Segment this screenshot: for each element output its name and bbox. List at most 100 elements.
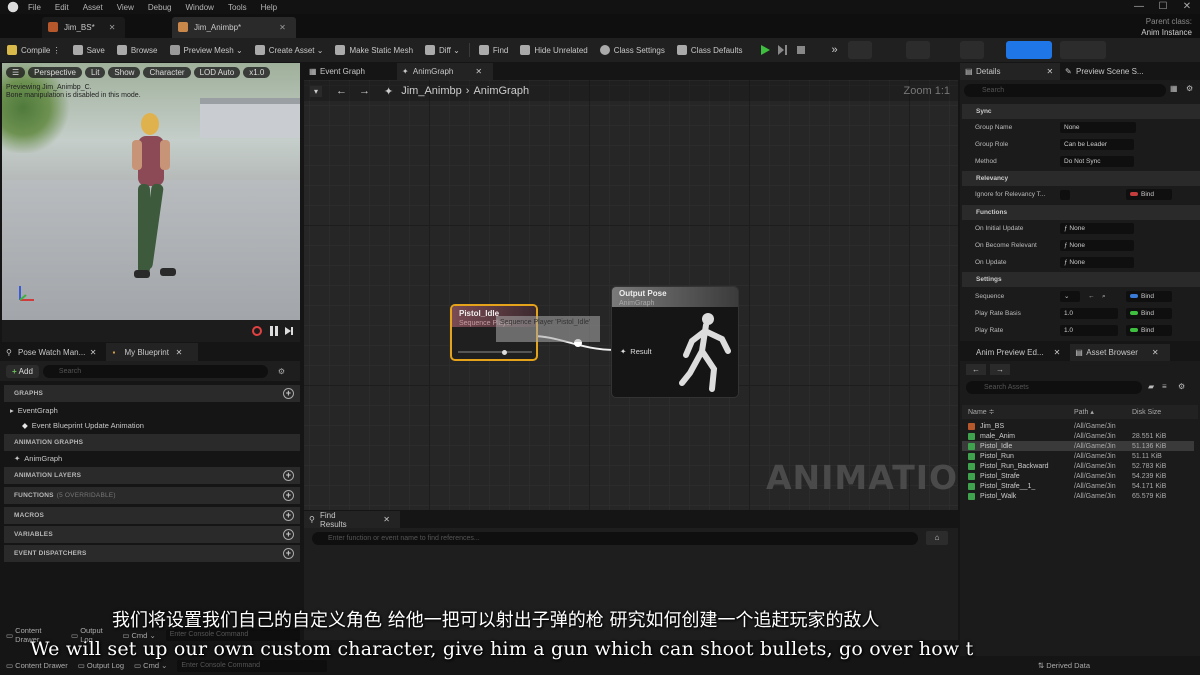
section-graphs[interactable]: GRAPHS + [4, 385, 300, 402]
add-dispatcher-icon[interactable]: + [283, 548, 294, 559]
section-settings[interactable]: Settings [962, 272, 1200, 287]
section-functions[interactable]: FUNCTIONS (5 OVERRIDABLE) + [4, 487, 300, 504]
section-functions[interactable]: Functions [962, 205, 1200, 220]
section-macros[interactable]: MACROS + [4, 507, 300, 524]
play-icon[interactable] [759, 44, 771, 56]
output-log-button[interactable]: ▭ Output Log [78, 661, 124, 670]
parent-class-value[interactable]: Anim Instance [1141, 28, 1192, 37]
make-static-mesh-button[interactable]: Make Static Mesh [332, 41, 416, 59]
group-name-dropdown[interactable]: None [1060, 122, 1136, 133]
asset-row[interactable]: male_Anim/All/Game/Jin 28.551 KiB [962, 431, 1194, 441]
show-button[interactable]: Show [108, 67, 141, 78]
perspective-button[interactable]: Perspective [28, 67, 82, 78]
back-arrow-icon[interactable]: ← [336, 85, 347, 97]
play-rate-input[interactable]: 1.0 [1060, 325, 1118, 336]
menu-file[interactable]: File [28, 3, 41, 12]
section-variables[interactable]: VARIABLES + [4, 526, 300, 543]
menu-help[interactable]: Help [261, 3, 277, 12]
add-variable-icon[interactable]: + [283, 529, 294, 540]
close-window-icon[interactable]: ✕ [1176, 0, 1198, 14]
graph-options-button[interactable]: ▾ [310, 85, 323, 97]
tab-jim-bs[interactable]: Jim_BS* ✕ [42, 17, 126, 38]
history-forward-icon[interactable]: → [990, 364, 1010, 375]
bind-dropdown[interactable]: Bind [1126, 189, 1172, 200]
sequence-dropdown[interactable]: ⌄ [1060, 291, 1080, 302]
tree-item-event-blueprint[interactable]: ◆ Event Blueprint Update Animation [22, 418, 144, 432]
mesh-mode-icon[interactable] [905, 41, 930, 59]
lod-button[interactable]: LOD Auto [193, 67, 241, 78]
table-view-icon[interactable]: ▦ [1170, 84, 1178, 93]
close-tab-icon[interactable]: ✕ [1054, 348, 1061, 357]
my-blueprint-search-input[interactable]: Search [42, 364, 268, 378]
section-event-dispatchers[interactable]: EVENT DISPATCHERS + [4, 545, 300, 562]
asset-row[interactable]: Pistol_Idle/All/Game/Jin 51.136 KiB [962, 441, 1194, 451]
maximize-icon[interactable]: ☐ [1152, 0, 1174, 14]
physics-mode-icon[interactable] [1059, 41, 1106, 59]
unreal-logo-icon[interactable] [7, 1, 19, 13]
stop-icon[interactable] [795, 44, 807, 56]
method-dropdown[interactable]: Do Not Sync [1060, 156, 1134, 167]
record-icon[interactable] [252, 326, 262, 336]
details-search-input[interactable]: Search [964, 84, 1166, 97]
close-tab-icon[interactable]: ✕ [109, 23, 116, 32]
column-header-path[interactable]: Path ▴ [1074, 408, 1094, 416]
details-settings-icon[interactable]: ⚙ [1186, 84, 1193, 93]
section-animation-graphs[interactable]: ANIMATION GRAPHS [4, 434, 300, 451]
tab-event-graph[interactable]: ▦ Event Graph [304, 63, 375, 80]
playback-speed-button[interactable]: x1.0 [243, 67, 271, 78]
minimize-icon[interactable]: — [1128, 0, 1150, 14]
tab-asset-browser[interactable]: ▤ Asset Browser ✕ [1070, 344, 1171, 361]
menu-edit[interactable]: Edit [55, 3, 69, 12]
node-progress-handle[interactable] [502, 350, 507, 355]
tab-details[interactable]: ▤ Details ✕ [960, 63, 1060, 80]
folder-filter-icon[interactable]: ▰ [1148, 382, 1154, 391]
column-header-name[interactable]: Name ≑ [968, 408, 995, 416]
tree-item-anim-graph[interactable]: ✦ AnimGraph [14, 451, 62, 465]
content-drawer-button[interactable]: ▭ Content Drawer [6, 661, 68, 670]
compile-button[interactable]: Compile ⋮ [4, 41, 64, 59]
step-forward-icon[interactable] [284, 326, 294, 336]
close-tab-icon[interactable]: ✕ [1152, 348, 1159, 357]
class-defaults-button[interactable]: Class Defaults [674, 41, 746, 59]
find-button[interactable]: Find [476, 41, 512, 59]
class-settings-button[interactable]: Class Settings [597, 41, 668, 59]
bind-dropdown[interactable]: Bind [1126, 325, 1172, 336]
result-pin[interactable]: ✦ Result [620, 347, 652, 356]
derived-data-button[interactable]: ⇅ Derived Data [1038, 661, 1090, 670]
diff-button[interactable]: Diff ⌄ [422, 41, 463, 59]
asset-row[interactable]: Pistol_Run/All/Game/Jin 51.11 KiB [962, 451, 1194, 461]
on-update-dropdown[interactable]: ƒ None [1060, 257, 1134, 268]
cmd-dropdown[interactable]: ▭ Cmd ⌄ [134, 661, 167, 670]
asset-search-input[interactable]: Search Assets [966, 381, 1142, 394]
bind-dropdown[interactable]: Bind [1126, 291, 1172, 302]
close-tab-icon[interactable]: ✕ [383, 515, 390, 524]
preview-mesh-button[interactable]: Preview Mesh ⌄ [167, 41, 246, 59]
filter-icon[interactable]: ≡ [1162, 382, 1167, 391]
add-button[interactable]: + Add [6, 364, 39, 378]
lit-button[interactable]: Lit [84, 67, 106, 78]
play-rate-basis-input[interactable]: 1.0 [1060, 308, 1118, 319]
menu-asset[interactable]: Asset [83, 3, 103, 12]
hide-unrelated-button[interactable]: Hide Unrelated [517, 41, 590, 59]
section-animation-layers[interactable]: ANIMATION LAYERS + [4, 467, 300, 484]
character-button[interactable]: Character [143, 67, 191, 78]
tab-find-results[interactable]: ⚲ Find Results ✕ [304, 511, 400, 529]
section-relevancy[interactable]: Relevancy [962, 171, 1200, 186]
settings-gear-icon[interactable]: ⚙ [278, 367, 285, 376]
close-tab-icon[interactable]: ✕ [279, 23, 286, 32]
tab-pose-watch-manager[interactable]: ⚲ Pose Watch Man... ✕ [0, 343, 106, 361]
menu-tools[interactable]: Tools [228, 3, 247, 12]
breadcrumb-root[interactable]: Jim_Animbp [401, 85, 462, 97]
tab-anim-graph[interactable]: ✦ AnimGraph ✕ [396, 63, 493, 80]
menu-window[interactable]: Window [185, 3, 213, 12]
pause-icon[interactable] [270, 326, 278, 336]
menu-debug[interactable]: Debug [148, 3, 172, 12]
use-selected-icon[interactable]: ← [1088, 293, 1095, 300]
output-pose-node[interactable]: Output Pose AnimGraph ✦ Result [611, 286, 739, 398]
history-back-icon[interactable]: ← [966, 364, 986, 375]
tab-jim-animbp[interactable]: Jim_Animbp* ✕ [172, 17, 296, 38]
find-results-search-input[interactable]: Enter function or event name to find ref… [312, 532, 918, 545]
group-role-dropdown[interactable]: Can be Leader [1060, 139, 1134, 150]
ignore-relevancy-checkbox[interactable] [1060, 189, 1070, 200]
find-in-all-blueprints-icon[interactable]: ⌂ [926, 531, 948, 545]
